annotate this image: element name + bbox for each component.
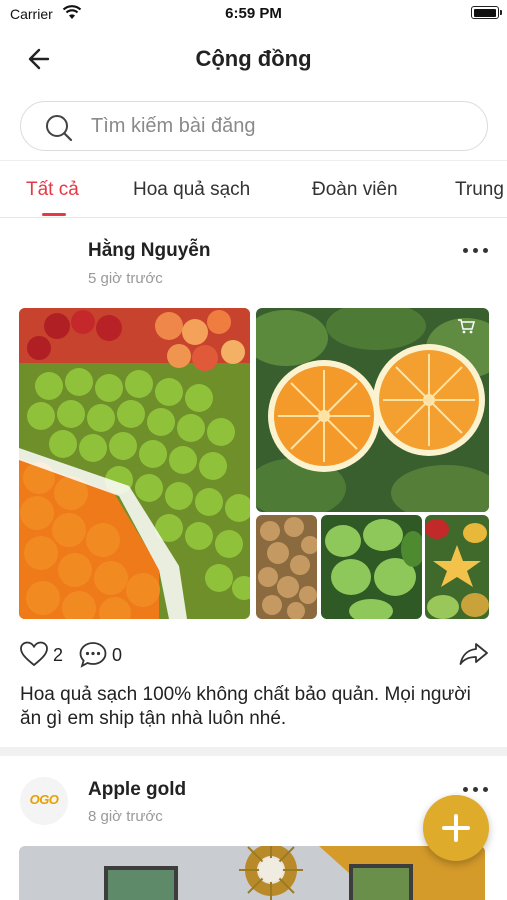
nav-bar: Cộng đồng: [0, 30, 507, 88]
status-bar: Carrier 6:59 PM: [0, 0, 507, 30]
heart-icon: [20, 641, 48, 667]
clock: 6:59 PM: [225, 5, 282, 22]
search-icon: [46, 115, 73, 142]
comment-button[interactable]: [79, 641, 107, 673]
search-box[interactable]: [20, 101, 488, 151]
comment-count: 0: [112, 645, 123, 665]
post-author-name[interactable]: Apple gold: [88, 779, 186, 801]
post-caption: Hoa quả sạch 100% không chất bảo quản. M…: [20, 684, 471, 729]
page-title: Cộng đồng: [195, 46, 312, 71]
longan-photo[interactable]: [256, 515, 317, 619]
fruit-market-photo[interactable]: [19, 308, 250, 619]
like-button[interactable]: [20, 641, 48, 672]
tab-all[interactable]: Tất cả: [26, 179, 79, 201]
starfruit-photo[interactable]: [425, 515, 489, 619]
post-time: 8 giờ trước: [88, 808, 163, 825]
active-tab-indicator: [42, 213, 66, 216]
guava-photo[interactable]: [321, 515, 422, 619]
search-input[interactable]: [91, 102, 471, 150]
category-tabs: Tất cả Hoa quả sạch Đoàn viên Trung: [0, 160, 507, 218]
more-options-button[interactable]: [462, 242, 492, 258]
cart-icon: [458, 319, 475, 334]
avatar-logo-text: OGO: [29, 792, 59, 807]
battery-icon: [471, 6, 502, 19]
oranges-photo[interactable]: [256, 308, 489, 512]
share-icon: [459, 643, 488, 665]
tab-clean-fruit[interactable]: Hoa quả sạch: [133, 179, 250, 201]
post-author-name[interactable]: Hằng Nguyễn: [88, 240, 210, 262]
post-divider: [0, 747, 507, 756]
tab-trung[interactable]: Trung: [455, 179, 504, 201]
more-options-button[interactable]: [462, 781, 492, 797]
comment-icon: [79, 642, 107, 668]
avatar[interactable]: OGO: [20, 777, 68, 825]
post-time: 5 giờ trước: [88, 270, 163, 287]
share-button[interactable]: [459, 642, 489, 671]
tab-union-members[interactable]: Đoàn viên: [312, 179, 398, 201]
like-count: 2: [53, 645, 64, 665]
post-photo[interactable]: [19, 846, 485, 900]
create-post-button[interactable]: [423, 795, 489, 861]
